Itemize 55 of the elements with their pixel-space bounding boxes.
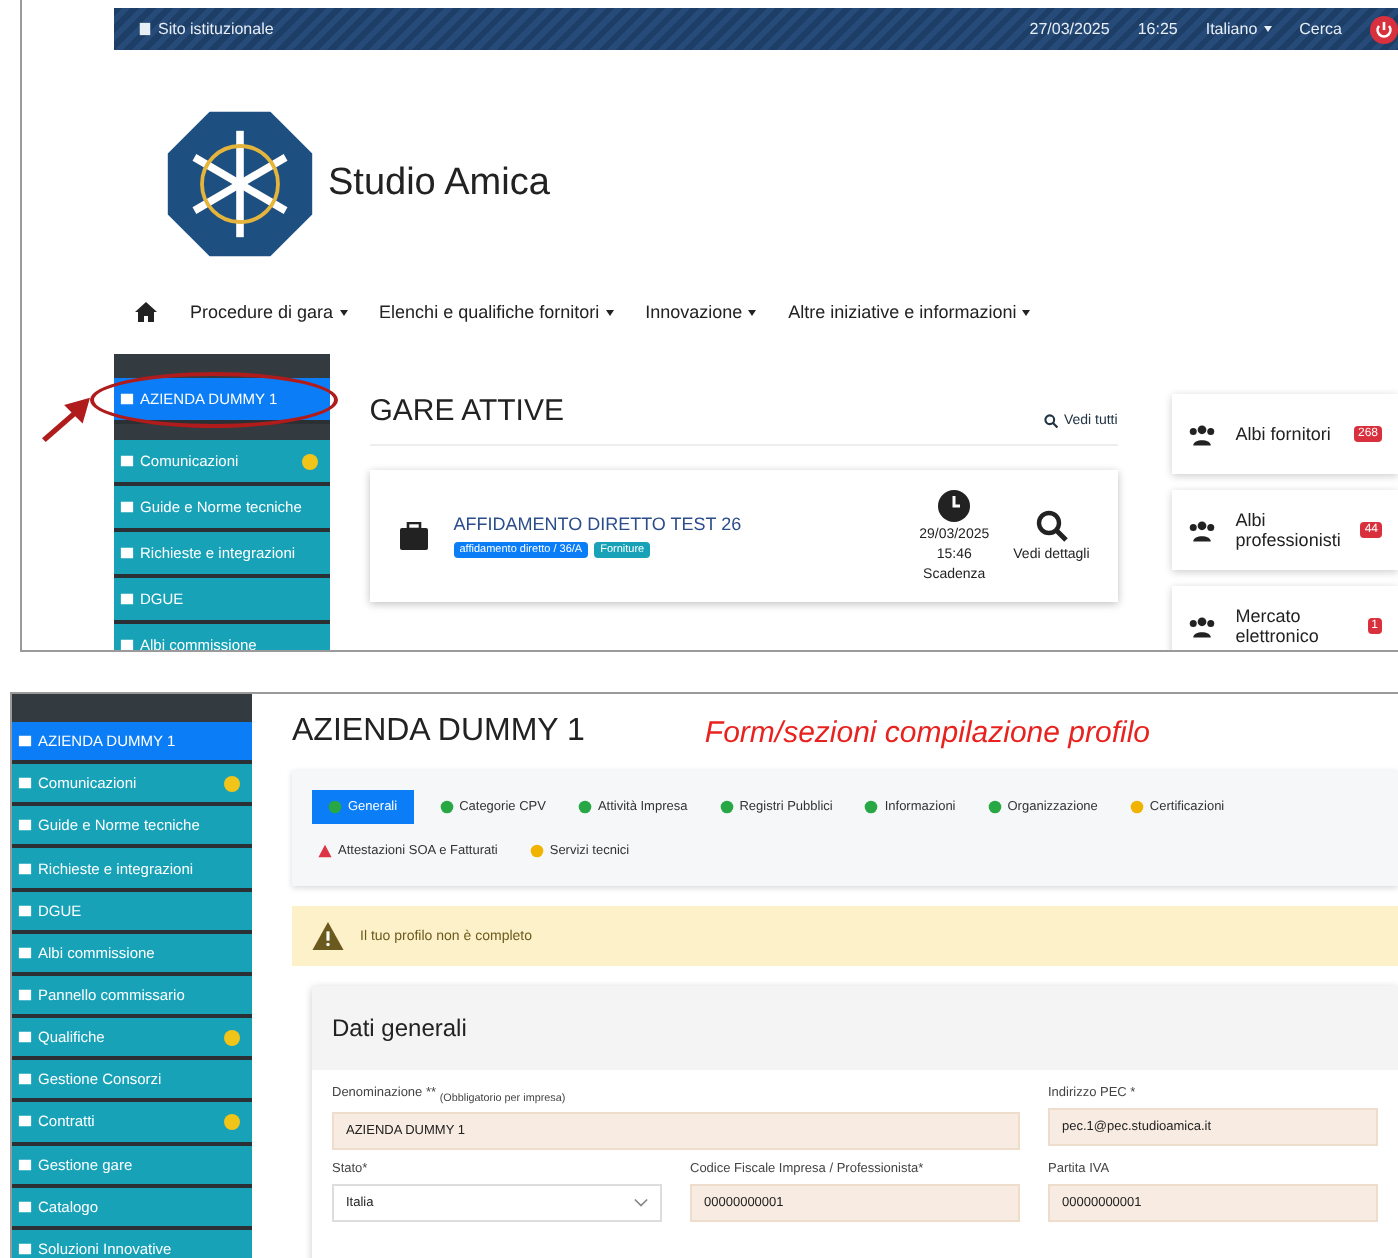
menu-item-icon — [18, 1241, 32, 1256]
clock-icon — [938, 490, 971, 522]
search-icon — [1035, 510, 1068, 542]
power-icon[interactable] — [1370, 15, 1398, 43]
menu-item-icon — [18, 1114, 32, 1129]
brand-name: Studio Amica — [328, 162, 550, 206]
users-icon — [1187, 423, 1216, 445]
card-label: Albi fornitori — [1235, 424, 1333, 444]
menu-item-icon — [120, 392, 134, 406]
card-label: Albi professionisti — [1235, 510, 1341, 550]
card-title: Dati generali — [332, 1014, 467, 1042]
menu-item-icon — [120, 592, 134, 606]
menu-item-icon — [18, 988, 32, 1003]
annotation-text: Form/sezioni compilazione profilo — [704, 715, 1150, 749]
menu-item-icon — [18, 818, 32, 833]
tender-title-link[interactable]: AFFIDAMENTO DIRETTO TEST 26 — [453, 514, 896, 534]
warning-icon — [312, 922, 344, 950]
menu-item-icon — [18, 1157, 32, 1172]
caret-icon — [1263, 26, 1272, 32]
menu-item-icon — [120, 546, 134, 560]
search-link[interactable]: Cerca — [1299, 20, 1342, 38]
card-label: Mercato elettronico — [1235, 606, 1321, 646]
menu-item-icon — [18, 903, 32, 918]
caret-icon — [605, 309, 614, 315]
menu-item-icon — [18, 1199, 32, 1214]
nav-menu[interactable]: Innovazione — [645, 302, 743, 322]
caret-icon — [339, 309, 348, 315]
menu-item-icon — [18, 945, 32, 960]
section-title: GARE ATTIVE — [369, 394, 564, 428]
menu-item-icon — [18, 776, 32, 791]
menu-item-icon — [120, 500, 134, 514]
time-text: 16:25 — [1137, 20, 1178, 38]
users-icon — [1187, 519, 1216, 541]
chevron-icon — [634, 1198, 648, 1209]
logo-icon — [164, 108, 316, 260]
caret-icon — [1022, 309, 1031, 315]
users-icon — [1187, 615, 1216, 637]
caret-icon — [748, 309, 757, 315]
search-icon — [1043, 414, 1058, 428]
home-icon[interactable] — [134, 300, 158, 324]
menu-item-icon — [18, 1030, 32, 1045]
pointer-arrow — [38, 394, 94, 442]
briefcase-icon — [397, 522, 430, 550]
menu-item-icon — [18, 1072, 32, 1087]
menu-item-icon — [120, 454, 134, 468]
menu-item-icon — [18, 734, 32, 749]
nav-menu[interactable]: Altre iniziative e informazioni — [788, 302, 1017, 322]
company-title: AZIENDA DUMMY 1 — [292, 714, 585, 750]
language-menu[interactable]: Italiano — [1205, 20, 1258, 38]
nav-menu[interactable]: Elenchi e qualifiche fornitori — [379, 302, 600, 322]
menu-item-icon — [120, 638, 134, 650]
menu-item-icon — [18, 861, 32, 876]
date-text: 27/03/2025 — [1029, 20, 1110, 38]
site-link[interactable]: Sito istituzionale — [158, 20, 274, 38]
nav-menu[interactable]: Procedure di gara — [190, 302, 334, 322]
